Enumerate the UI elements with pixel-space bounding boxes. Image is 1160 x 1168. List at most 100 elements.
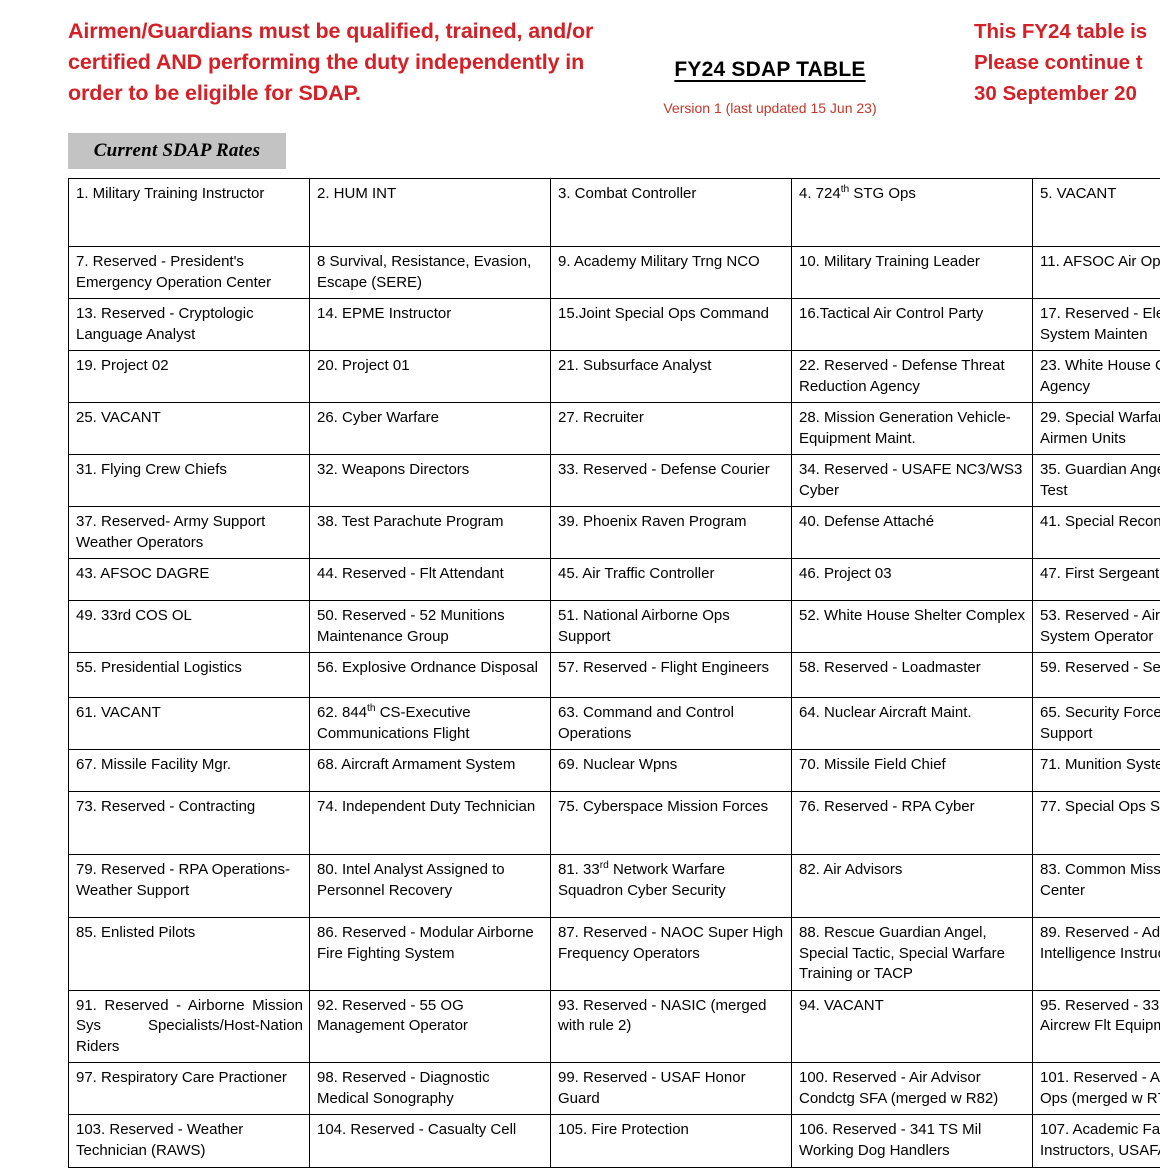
sdap-cell[interactable]: 98. Reserved - Diagnostic Medical Sonogr…	[310, 1063, 551, 1115]
sdap-cell[interactable]: 37. Reserved- Army Support Weather Opera…	[69, 507, 310, 559]
eligibility-notice: Airmen/Guardians must be qualified, trai…	[68, 16, 608, 109]
sdap-cell[interactable]: 82. Air Advisors	[792, 855, 1033, 918]
sdap-cell[interactable]: 85. Enlisted Pilots	[69, 918, 310, 991]
sdap-cell-text: 82. Air Advisors	[799, 861, 902, 878]
sdap-cell[interactable]: 16.Tactical Air Control Party	[792, 299, 1033, 351]
sdap-cell[interactable]: 41. Special Reconnaissan	[1033, 507, 1160, 559]
sdap-cell[interactable]: 52. White House Shelter Complex	[792, 601, 1033, 653]
sdap-cell[interactable]: 50. Reserved - 52 Munitions Maintenance …	[310, 601, 551, 653]
sdap-cell[interactable]: 94. VACANT	[792, 990, 1033, 1063]
sdap-cell[interactable]: 86. Reserved - Modular Airborne Fire Fig…	[310, 918, 551, 991]
sdap-cell[interactable]: 56. Explosive Ordnance Disposal	[310, 653, 551, 698]
sdap-cell[interactable]: 75. Cyberspace Mission Forces	[551, 792, 792, 855]
sdap-cell[interactable]: 59. Reserved - Sensor Op	[1033, 653, 1160, 698]
sdap-cell[interactable]: 46. Project 03	[792, 559, 1033, 601]
sdap-cell[interactable]: 23. White House Communication Agency	[1033, 351, 1160, 403]
sdap-cell-text: 98. Reserved - Diagnostic Medical Sonogr…	[317, 1069, 490, 1107]
sdap-cell[interactable]: 5. VACANT	[1033, 179, 1160, 247]
sdap-cell[interactable]: 49. 33rd COS OL	[69, 601, 310, 653]
sdap-cell[interactable]: 68. Aircraft Armament System	[310, 750, 551, 792]
sdap-cell[interactable]: 29. Special Warfare-Battlefield Airmen U…	[1033, 403, 1160, 455]
sdap-cell-text: 1. Military Training Instructor	[76, 185, 264, 202]
sdap-cell[interactable]: 43. AFSOC DAGRE	[69, 559, 310, 601]
sdap-cell[interactable]: 19. Project 02	[69, 351, 310, 403]
sdap-cell[interactable]: 13. Reserved - Cryptologic Language Anal…	[69, 299, 310, 351]
sdap-cell[interactable]: 57. Reserved - Flight Engineers	[551, 653, 792, 698]
sdap-cell[interactable]: 55. Presidential Logistics	[69, 653, 310, 698]
sdap-cell[interactable]: 21. Subsurface Analyst	[551, 351, 792, 403]
table-row: 49. 33rd COS OL50. Reserved - 52 Munitio…	[69, 601, 1160, 653]
sdap-cell[interactable]: 2. HUM INT	[310, 179, 551, 247]
sdap-cell[interactable]: 63. Command and Control Operations	[551, 698, 792, 750]
sdap-cell[interactable]: 8 Survival, Resistance, Evasion, Escape …	[310, 247, 551, 299]
sdap-cell[interactable]: 83. Common Mission Control Center	[1033, 855, 1160, 918]
sdap-cell[interactable]: 81. 33rd Network Warfare Squadron Cyber …	[551, 855, 792, 918]
sdap-cell[interactable]: 58. Reserved - Loadmaster	[792, 653, 1033, 698]
sdap-cell[interactable]: 10. Military Training Leader	[792, 247, 1033, 299]
sdap-cell[interactable]: 14. EPME Instructor	[310, 299, 551, 351]
sdap-cell[interactable]: 97. Respiratory Care Practioner	[69, 1063, 310, 1115]
fy24-expiry-notice-line-1: This FY24 table is	[974, 16, 1160, 47]
sdap-cell[interactable]: 27. Recruiter	[551, 403, 792, 455]
sdap-cell[interactable]: 17. Reserved - Electronic Security Syste…	[1033, 299, 1160, 351]
sdap-cell[interactable]: 28. Mission Generation Vehicle-Equipment…	[792, 403, 1033, 455]
sdap-cell[interactable]: 64. Nuclear Aircraft Maint.	[792, 698, 1033, 750]
sdap-cell[interactable]: 32. Weapons Directors	[310, 455, 551, 507]
sdap-cell[interactable]: 39. Phoenix Raven Program	[551, 507, 792, 559]
sdap-cell[interactable]: 100. Reserved - Air Advisor Condctg SFA …	[792, 1063, 1033, 1115]
sdap-cell[interactable]: 87. Reserved - NAOC Super High Frequency…	[551, 918, 792, 991]
sdap-cell[interactable]: 74. Independent Duty Technician	[310, 792, 551, 855]
sdap-cell[interactable]: 79. Reserved - RPA Operations- Weather S…	[69, 855, 310, 918]
sdap-cell[interactable]: 45. Air Traffic Controller	[551, 559, 792, 601]
sdap-cell[interactable]: 69. Nuclear Wpns	[551, 750, 792, 792]
sdap-cell[interactable]: 71. Munition Systems	[1033, 750, 1160, 792]
sdap-cell[interactable]: 101. Reserved - ANG-RPA Cyber Ops (merge…	[1033, 1063, 1160, 1115]
sdap-cell[interactable]: 40. Defense Attaché	[792, 507, 1033, 559]
sdap-cell[interactable]: 1. Military Training Instructor	[69, 179, 310, 247]
sdap-cell[interactable]: 15.Joint Special Ops Command	[551, 299, 792, 351]
sdap-cell[interactable]: 95. Reserved - 336 TRS/9 DRA Aircrew Flt…	[1033, 990, 1160, 1063]
sdap-cell-text: 64. Nuclear Aircraft Maint.	[799, 704, 972, 721]
sdap-cell[interactable]: 62. 844th CS-Executive Communications Fl…	[310, 698, 551, 750]
sdap-cell[interactable]: 7. Reserved - President's Emergency Oper…	[69, 247, 310, 299]
sdap-cell[interactable]: 76. Reserved - RPA Cyber	[792, 792, 1033, 855]
sdap-cell-text: 56. Explosive Ordnance Disposal	[317, 659, 538, 676]
sdap-cell[interactable]: 89. Reserved - Advanced Intelligence Ins…	[1033, 918, 1160, 991]
sdap-cell[interactable]: 20. Project 01	[310, 351, 551, 403]
sdap-cell[interactable]: 93. Reserved - NASIC (merged with rule 2…	[551, 990, 792, 1063]
sdap-cell[interactable]: 70. Missile Field Chief	[792, 750, 1033, 792]
sdap-cell-text: 52. White House Shelter Complex	[799, 607, 1025, 624]
current-sdap-rates-badge[interactable]: Current SDAP Rates	[68, 133, 286, 169]
sdap-cell[interactable]: 11. AFSOC Air Ops Flight	[1033, 247, 1160, 299]
sdap-cell[interactable]: 9. Academy Military Trng NCO	[551, 247, 792, 299]
sdap-cell[interactable]: 47. First Sergeant	[1033, 559, 1160, 601]
sdap-cell[interactable]: 25. VACANT	[69, 403, 310, 455]
sdap-cell[interactable]: 38. Test Parachute Program	[310, 507, 551, 559]
sdap-cell[interactable]: 33. Reserved - Defense Courier	[551, 455, 792, 507]
table-row: 91. Reserved - Airborne Mission Sys Spec…	[69, 990, 1160, 1063]
table-row: 67. Missile Facility Mgr.68. Aircraft Ar…	[69, 750, 1160, 792]
sdap-cell[interactable]: 3. Combat Controller	[551, 179, 792, 247]
sdap-cell[interactable]: 67. Missile Facility Mgr.	[69, 750, 310, 792]
sdap-cell[interactable]: 31. Flying Crew Chiefs	[69, 455, 310, 507]
sdap-cell[interactable]: 4. 724th STG Ops	[792, 179, 1033, 247]
sdap-cell[interactable]: 26. Cyber Warfare	[310, 403, 551, 455]
sdap-cell[interactable]: 22. Reserved - Defense Threat Reduction …	[792, 351, 1033, 403]
sdap-cell[interactable]: 34. Reserved - USAFE NC3/WS3 Cyber	[792, 455, 1033, 507]
sdap-cell[interactable]: 65. Security Forces Nucle Support	[1033, 698, 1160, 750]
sdap-cell[interactable]: 53. Reserved - Airborne Mission System O…	[1033, 601, 1160, 653]
sdap-cell[interactable]: 77. Special Ops Surgical T	[1033, 792, 1160, 855]
sdap-cell[interactable]: 99. Reserved - USAF Honor Guard	[551, 1063, 792, 1115]
sdap-cell-text: 2. HUM INT	[317, 185, 396, 202]
sdap-cell[interactable]: 88. Rescue Guardian Angel, Special Tacti…	[792, 918, 1033, 991]
sdap-cell[interactable]: 44. Reserved - Flt Attendant	[310, 559, 551, 601]
sdap-cell[interactable]: 51. National Airborne Ops Support	[551, 601, 792, 653]
sdap-cell[interactable]: 91. Reserved - Airborne Mission Sys Spec…	[69, 990, 310, 1063]
sdap-cell-text: 93. Reserved - NASIC (merged with rule 2…	[558, 997, 766, 1035]
sdap-cell[interactable]: 35. Guardian Angel Operational Test	[1033, 455, 1160, 507]
sdap-cell[interactable]: 73. Reserved - Contracting	[69, 792, 310, 855]
sdap-cell[interactable]: 61. VACANT	[69, 698, 310, 750]
sdap-cell[interactable]: 80. Intel Analyst Assigned to Personnel …	[310, 855, 551, 918]
sdap-cell-text: 17. Reserved - Electronic Security Syste…	[1040, 305, 1160, 343]
sdap-cell[interactable]: 92. Reserved - 55 OG Management Operator	[310, 990, 551, 1063]
